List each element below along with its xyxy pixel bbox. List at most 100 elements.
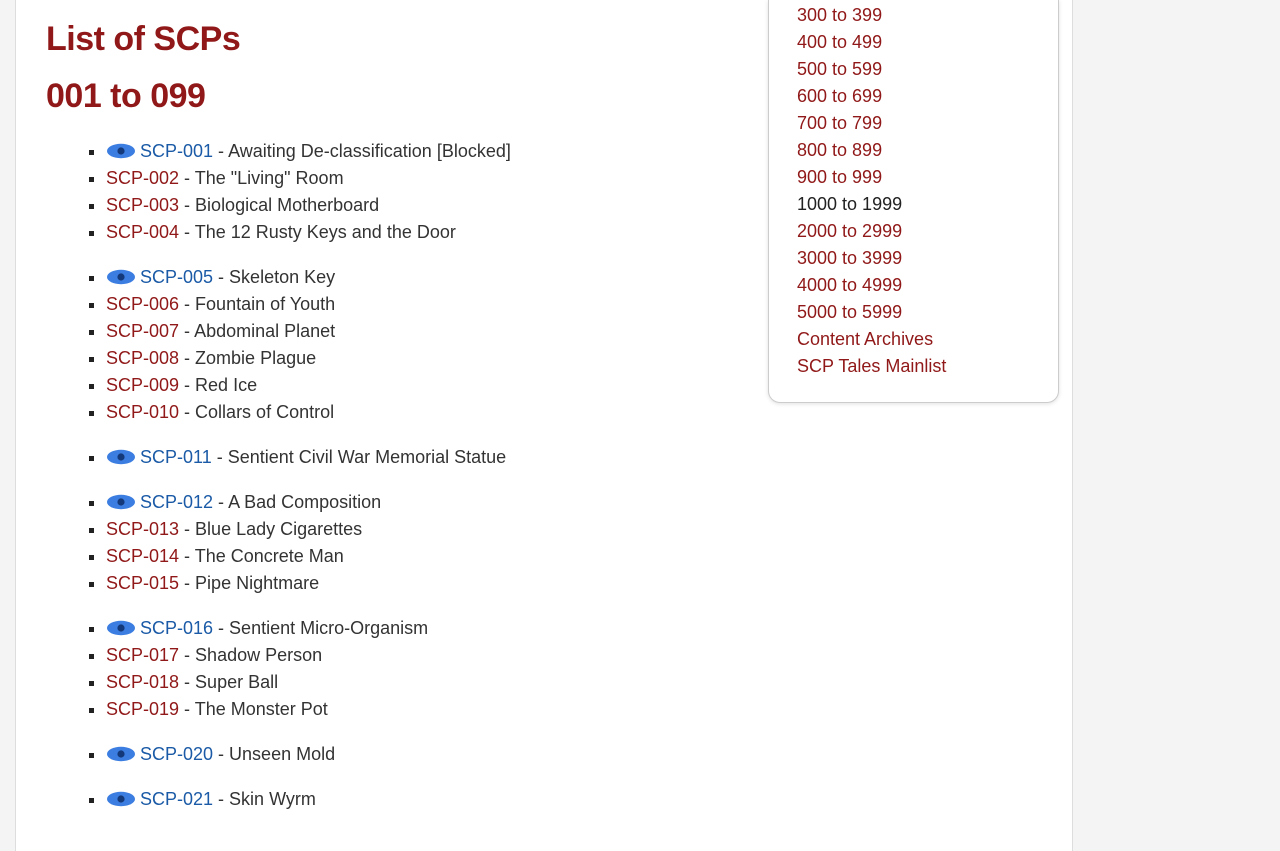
list-item: SCP-003 - Biological Motherboard (106, 192, 736, 219)
sidebar-link[interactable]: 600 to 699 (797, 83, 882, 110)
list-item: SCP-020 - Unseen Mold (106, 741, 736, 768)
sidebar-item: 400 to 499 (797, 29, 1042, 56)
scp-group: SCP-005 - Skeleton Key SCP-006 - Fountain… (46, 264, 736, 426)
sidebar-item: 1000 to 1999 (797, 191, 1042, 218)
scp-title: Fountain of Youth (195, 294, 335, 314)
scp-link[interactable]: SCP-019 (106, 699, 179, 719)
scp-link[interactable]: SCP-011 (140, 447, 212, 467)
separator: - (179, 573, 195, 593)
scp-link[interactable]: SCP-001 (140, 141, 213, 161)
sidebar-nav: 300 to 399400 to 499500 to 599600 to 699… (768, 0, 1059, 403)
list-item: SCP-018 - Super Ball (106, 669, 736, 696)
sidebar-item: 800 to 899 (797, 137, 1042, 164)
scp-link[interactable]: SCP-003 (106, 195, 179, 215)
scp-title: The "Living" Room (195, 168, 344, 188)
sidebar-link[interactable]: Content Archives (797, 326, 933, 353)
sidebar-link[interactable]: 3000 to 3999 (797, 245, 902, 272)
scp-link[interactable]: SCP-012 (140, 492, 213, 512)
separator: - (179, 699, 195, 719)
separator: - (213, 492, 228, 512)
eye-icon (106, 449, 136, 465)
eye-icon (106, 269, 136, 285)
sidebar-item: 900 to 999 (797, 164, 1042, 191)
sidebar-item: 700 to 799 (797, 110, 1042, 137)
sidebar-link[interactable]: 900 to 999 (797, 164, 882, 191)
scp-list-container: SCP-001 - Awaiting De-classification [Bl… (46, 138, 736, 813)
scp-link[interactable]: SCP-018 (106, 672, 179, 692)
scp-link[interactable]: SCP-016 (140, 618, 213, 638)
eye-icon (106, 791, 136, 807)
sidebar-link[interactable]: 400 to 499 (797, 29, 882, 56)
scp-group: SCP-020 - Unseen Mold (46, 741, 736, 768)
separator: - (179, 375, 195, 395)
sidebar-link[interactable]: 2000 to 2999 (797, 218, 902, 245)
list-item: SCP-010 - Collars of Control (106, 399, 736, 426)
list-item: SCP-004 - The 12 Rusty Keys and the Door (106, 219, 736, 246)
sidebar-item: 4000 to 4999 (797, 272, 1042, 299)
scp-title: The 12 Rusty Keys and the Door (195, 222, 456, 242)
sidebar-item: 500 to 599 (797, 56, 1042, 83)
page-title: List of SCPs (46, 20, 736, 59)
scp-group: SCP-016 - Sentient Micro-OrganismSCP-017… (46, 615, 736, 723)
scp-link[interactable]: SCP-008 (106, 348, 179, 368)
list-item: SCP-014 - The Concrete Man (106, 543, 736, 570)
sidebar-item: 3000 to 3999 (797, 245, 1042, 272)
scp-title: Super Ball (195, 672, 278, 692)
scp-link[interactable]: SCP-017 (106, 645, 179, 665)
separator: - (179, 294, 195, 314)
scp-title: Zombie Plague (195, 348, 316, 368)
scp-title: Skin Wyrm (229, 789, 316, 809)
sidebar-item: 2000 to 2999 (797, 218, 1042, 245)
sidebar-item: 300 to 399 (797, 2, 1042, 29)
list-item: SCP-017 - Shadow Person (106, 642, 736, 669)
list-item: SCP-006 - Fountain of Youth (106, 291, 736, 318)
separator: - (179, 519, 195, 539)
scp-link[interactable]: SCP-006 (106, 294, 179, 314)
scp-title: Shadow Person (195, 645, 322, 665)
separator: - (213, 618, 229, 638)
scp-link[interactable]: SCP-009 (106, 375, 179, 395)
scp-title: Collars of Control (195, 402, 334, 422)
scp-link[interactable]: SCP-015 (106, 573, 179, 593)
list-item: SCP-011 - Sentient Civil War Memorial St… (106, 444, 736, 471)
scp-link[interactable]: SCP-021 (140, 789, 213, 809)
separator: - (179, 645, 195, 665)
sidebar-link[interactable]: 1000 to 1999 (797, 191, 902, 218)
sidebar-item: SCP Tales Mainlist (797, 353, 1042, 380)
scp-link[interactable]: SCP-004 (106, 222, 179, 242)
scp-link[interactable]: SCP-014 (106, 546, 179, 566)
scp-link[interactable]: SCP-002 (106, 168, 179, 188)
sidebar-link[interactable]: 4000 to 4999 (797, 272, 902, 299)
scp-link[interactable]: SCP-005 (140, 267, 213, 287)
scp-link[interactable]: SCP-007 (106, 321, 179, 341)
scp-title: Skeleton Key (229, 267, 335, 287)
scp-link[interactable]: SCP-020 (140, 744, 213, 764)
section-title: 001 to 099 (46, 77, 736, 116)
list-item: SCP-012 - A Bad Composition (106, 489, 736, 516)
separator: - (179, 222, 195, 242)
separator: - (179, 546, 195, 566)
scp-link[interactable]: SCP-010 (106, 402, 179, 422)
scp-title: Blue Lady Cigarettes (195, 519, 362, 539)
scp-link[interactable]: SCP-013 (106, 519, 179, 539)
scp-group: SCP-001 - Awaiting De-classification [Bl… (46, 138, 736, 246)
sidebar-link[interactable]: SCP Tales Mainlist (797, 353, 946, 380)
eye-icon (106, 494, 136, 510)
scp-title: Abdominal Planet (194, 321, 335, 341)
list-item: SCP-002 - The "Living" Room (106, 165, 736, 192)
sidebar-link[interactable]: 800 to 899 (797, 137, 882, 164)
scp-title: Awaiting De-classification [Blocked] (228, 141, 511, 161)
main-column: List of SCPs 001 to 099 SCP-001 - Awaiti… (16, 0, 766, 851)
separator: - (179, 348, 195, 368)
eye-icon (106, 746, 136, 762)
sidebar-item: 5000 to 5999 (797, 299, 1042, 326)
sidebar-link[interactable]: 700 to 799 (797, 110, 882, 137)
list-item: SCP-009 - Red Ice (106, 372, 736, 399)
sidebar-item: Content Archives (797, 326, 1042, 353)
scp-group: SCP-012 - A Bad Composition SCP-013 - Blu… (46, 489, 736, 597)
separator: - (179, 402, 195, 422)
eye-icon (106, 620, 136, 636)
sidebar-link[interactable]: 5000 to 5999 (797, 299, 902, 326)
sidebar-link[interactable]: 300 to 399 (797, 2, 882, 29)
sidebar-link[interactable]: 500 to 599 (797, 56, 882, 83)
